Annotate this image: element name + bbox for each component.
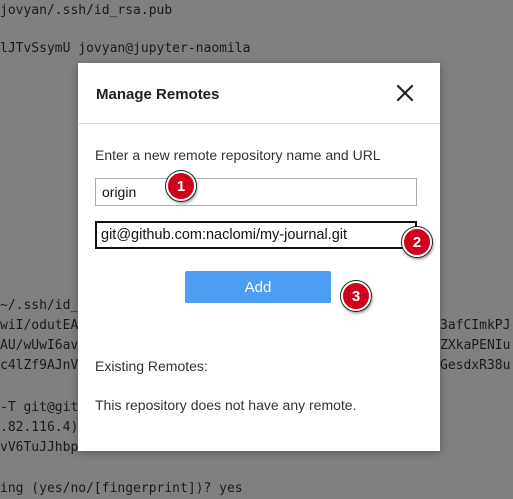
close-icon [396, 84, 414, 102]
terminal-line: .82.116.4) [0, 420, 79, 435]
dialog-prompt: Enter a new remote repository name and U… [95, 147, 381, 163]
remote-url-input[interactable] [95, 221, 417, 249]
existing-remotes-label: Existing Remotes: [95, 358, 208, 374]
add-button[interactable]: Add [185, 271, 331, 303]
terminal-line: -T git@git [0, 400, 79, 415]
close-button[interactable] [394, 82, 416, 104]
terminal-line: ~/.ssh/id_ [0, 298, 79, 313]
terminal-line: lJTvSsymU jovyan@jupyter-naomila [0, 41, 251, 56]
terminal-line: vV6TuJJhbp [0, 440, 79, 455]
step-marker-1: 1 [166, 171, 196, 201]
remote-name-input[interactable] [95, 178, 417, 206]
terminal-line: jovyan/.ssh/id_rsa.pub [0, 3, 173, 18]
no-remote-message: This repository does not have any remote… [95, 397, 357, 413]
manage-remotes-dialog: Manage Remotes Enter a new remote reposi… [78, 63, 440, 451]
dialog-title: Manage Remotes [96, 86, 220, 103]
step-marker-3: 3 [341, 281, 371, 311]
terminal-fragment: ZXkaPENIu [440, 338, 511, 353]
terminal-fragment: GesdxR38u [440, 358, 511, 373]
step-marker-2: 2 [402, 227, 432, 257]
terminal-line: c4lZf9AJnV [0, 358, 79, 373]
terminal-line: ing (yes/no/[fingerprint])? yes [0, 481, 243, 496]
dialog-header: Manage Remotes [78, 63, 440, 124]
terminal-line: AU/wUwI6av [0, 338, 79, 353]
terminal-fragment: 3afCImkPJ [440, 318, 511, 333]
terminal-line: wiI/odutEA [0, 318, 79, 333]
